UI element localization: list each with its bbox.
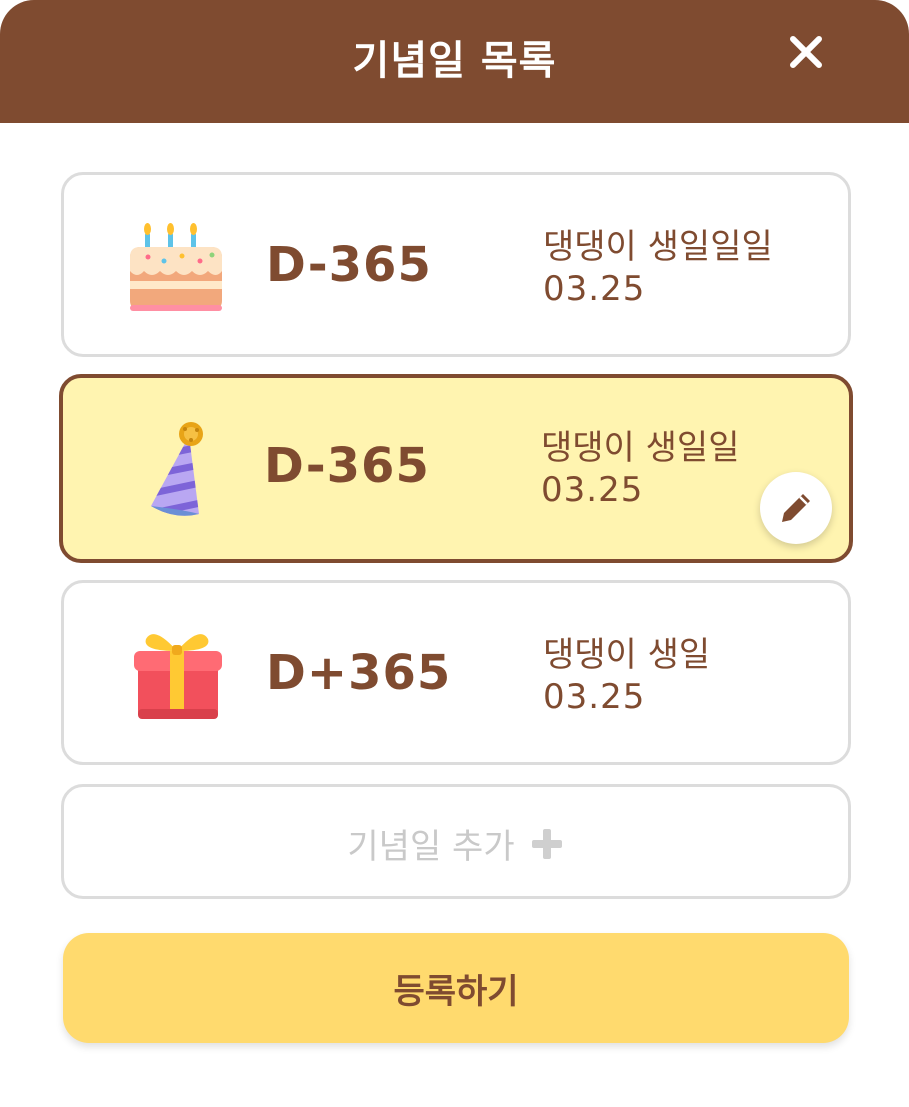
anniversary-list-modal: 기념일 목록 D-365 댕댕이 생일일일 03.25 D-365 댕댕이 생일… <box>0 0 909 1107</box>
plus-icon <box>529 826 565 862</box>
close-button[interactable] <box>782 28 830 76</box>
pencil-icon <box>782 494 810 522</box>
anniversary-card-selected[interactable]: D-365 댕댕이 생일일 03.25 <box>59 374 853 563</box>
anniversary-name: 댕댕이 생일일일 <box>543 227 773 267</box>
modal-title: 기념일 목록 <box>352 38 557 84</box>
anniversary-date: 03.25 <box>541 470 644 510</box>
party-hat-icon <box>125 418 229 522</box>
dday-count: D-365 <box>266 237 432 293</box>
cake-icon <box>124 213 228 317</box>
add-anniversary-label: 기념일 추가 <box>347 827 515 867</box>
register-button[interactable]: 등록하기 <box>63 933 849 1043</box>
edit-button[interactable] <box>760 472 832 544</box>
dday-count: D-365 <box>264 438 430 494</box>
anniversary-date: 03.25 <box>543 677 646 717</box>
anniversary-name: 댕댕이 생일 <box>543 635 711 675</box>
gift-icon <box>124 621 228 725</box>
register-button-label: 등록하기 <box>393 971 519 1012</box>
add-anniversary-content: 기념일 추가 <box>64 819 848 868</box>
dday-count: D+365 <box>266 645 452 701</box>
modal-header: 기념일 목록 <box>0 0 909 123</box>
add-anniversary-button[interactable]: 기념일 추가 <box>61 784 851 899</box>
anniversary-card[interactable]: D+365 댕댕이 생일 03.25 <box>61 580 851 765</box>
anniversary-date: 03.25 <box>543 269 646 309</box>
anniversary-card[interactable]: D-365 댕댕이 생일일일 03.25 <box>61 172 851 357</box>
anniversary-name: 댕댕이 생일일 <box>541 428 740 468</box>
close-icon <box>790 36 822 68</box>
